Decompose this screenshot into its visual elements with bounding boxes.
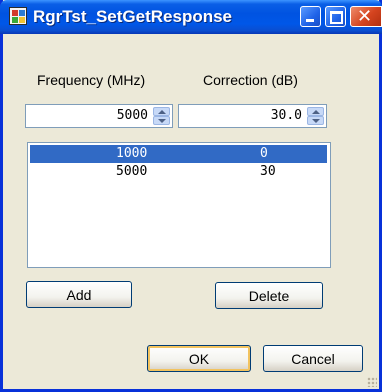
- correction-spin-buttons[interactable]: [307, 107, 324, 125]
- delete-button[interactable]: Delete: [215, 282, 323, 309]
- correction-input[interactable]: 30.0: [271, 108, 302, 123]
- spin-down-icon[interactable]: [307, 116, 324, 125]
- close-icon: ✕: [357, 6, 373, 27]
- ok-button[interactable]: OK: [147, 345, 251, 372]
- frequency-cell: 5000: [116, 164, 148, 179]
- dialog-window: RgrTst_SetGetResponse ✕ Frequency (MHz) …: [0, 0, 382, 392]
- response-list[interactable]: 1000 0 5000 30: [27, 142, 331, 268]
- resize-grip-icon[interactable]: [367, 377, 377, 387]
- cancel-button[interactable]: Cancel: [263, 345, 363, 372]
- list-item[interactable]: 1000 0: [30, 145, 327, 163]
- frequency-spinner[interactable]: 5000: [25, 104, 173, 128]
- correction-label: Correction (dB): [203, 72, 298, 88]
- title-bar[interactable]: RgrTst_SetGetResponse ✕: [0, 0, 382, 34]
- frequency-input[interactable]: 5000: [117, 108, 148, 123]
- app-icon[interactable]: [9, 7, 27, 25]
- correction-cell: 30: [260, 164, 276, 179]
- minimize-button[interactable]: [300, 6, 321, 27]
- list-item[interactable]: 5000 30: [30, 163, 327, 181]
- maximize-button[interactable]: [325, 6, 346, 27]
- add-button[interactable]: Add: [26, 281, 132, 308]
- spin-down-icon[interactable]: [153, 116, 170, 125]
- correction-cell: 0: [260, 146, 268, 161]
- spin-up-icon[interactable]: [307, 107, 324, 116]
- correction-spinner[interactable]: 30.0: [178, 104, 327, 128]
- frequency-cell: 1000: [116, 146, 148, 161]
- frequency-spin-buttons[interactable]: [153, 107, 170, 125]
- spin-up-icon[interactable]: [153, 107, 170, 116]
- window-title: RgrTst_SetGetResponse: [33, 7, 233, 26]
- frequency-label: Frequency (MHz): [37, 72, 146, 88]
- close-button[interactable]: ✕: [350, 6, 382, 27]
